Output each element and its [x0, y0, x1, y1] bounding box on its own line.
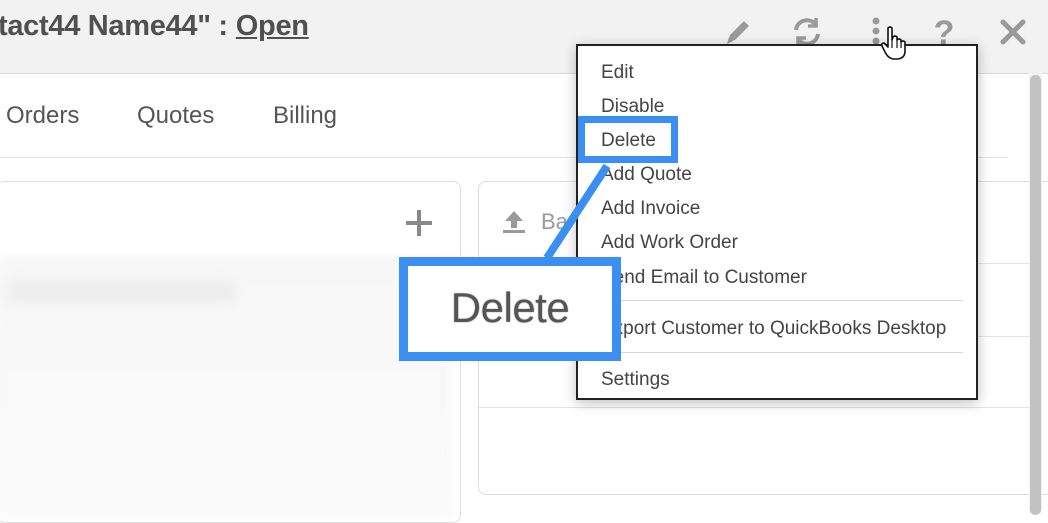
upload-icon[interactable] — [500, 208, 528, 236]
tab-orders[interactable]: Orders — [6, 102, 79, 130]
menu-divider — [601, 300, 963, 301]
menu-divider — [601, 352, 963, 353]
right-panel-divider — [478, 407, 1038, 408]
more-actions-menu: Edit Disable Delete Add Quote Add Invoic… — [576, 44, 978, 400]
close-icon[interactable] — [995, 14, 1031, 50]
menu-item-disable[interactable]: Disable — [601, 96, 664, 118]
callout-label: Delete — [450, 284, 570, 331]
left-panel — [0, 181, 461, 523]
tab-billing[interactable]: Billing — [273, 102, 337, 130]
menu-item-add-work-order[interactable]: Add Work Order — [601, 232, 738, 254]
menu-item-add-invoice[interactable]: Add Invoice — [601, 198, 700, 220]
callout-box: Delete — [399, 257, 621, 361]
scrollbar-thumb[interactable] — [1030, 75, 1041, 515]
blurred-row — [7, 282, 237, 302]
menu-item-export-quickbooks[interactable]: Export Customer to QuickBooks Desktop — [601, 318, 946, 340]
menu-item-edit[interactable]: Edit — [601, 62, 634, 84]
menu-item-send-email[interactable]: Send Email to Customer — [601, 267, 807, 289]
add-icon[interactable] — [403, 207, 435, 239]
hand-cursor-icon — [880, 26, 906, 60]
page-title: tact44 Name44" : Open — [0, 10, 309, 43]
customer-name-title: tact44 Name44" : — [0, 10, 228, 42]
menu-item-add-quote[interactable]: Add Quote — [601, 164, 692, 186]
menu-item-settings[interactable]: Settings — [601, 369, 670, 391]
right-panel-header: Ba — [541, 209, 568, 234]
status-link[interactable]: Open — [236, 10, 309, 42]
delete-highlight-box — [578, 116, 678, 163]
tab-quotes[interactable]: Quotes — [137, 102, 214, 130]
